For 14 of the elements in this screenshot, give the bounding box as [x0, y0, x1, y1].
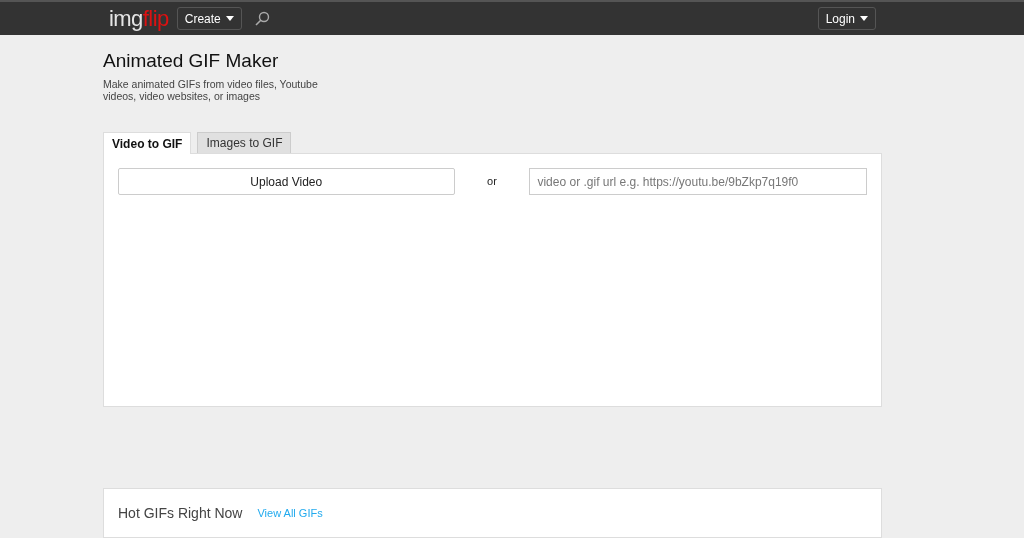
create-button[interactable]: Create [176, 7, 242, 30]
logo[interactable]: imgflip [109, 7, 169, 30]
section-title: Hot GIFs Right Now [118, 503, 243, 523]
tab[interactable]: Images to GIF [197, 132, 292, 153]
or-label: or [486, 174, 498, 190]
upload-video-button[interactable]: Upload Video [118, 168, 455, 195]
caret-icon [860, 16, 868, 21]
page-title: Animated GIF Maker [103, 49, 280, 73]
login-button[interactable]: Login [817, 7, 876, 30]
tab[interactable]: Video to GIF [103, 132, 192, 154]
page-subtitle: Make animated GIFs from video files, Youtube videos, video websites, or images [103, 78, 319, 102]
search-icon[interactable] [253, 10, 270, 27]
caret-icon [225, 16, 234, 21]
url-input-field[interactable]: video or .gif url e.g. https://youtu.be/9bZkp7q19f0 [529, 168, 867, 195]
